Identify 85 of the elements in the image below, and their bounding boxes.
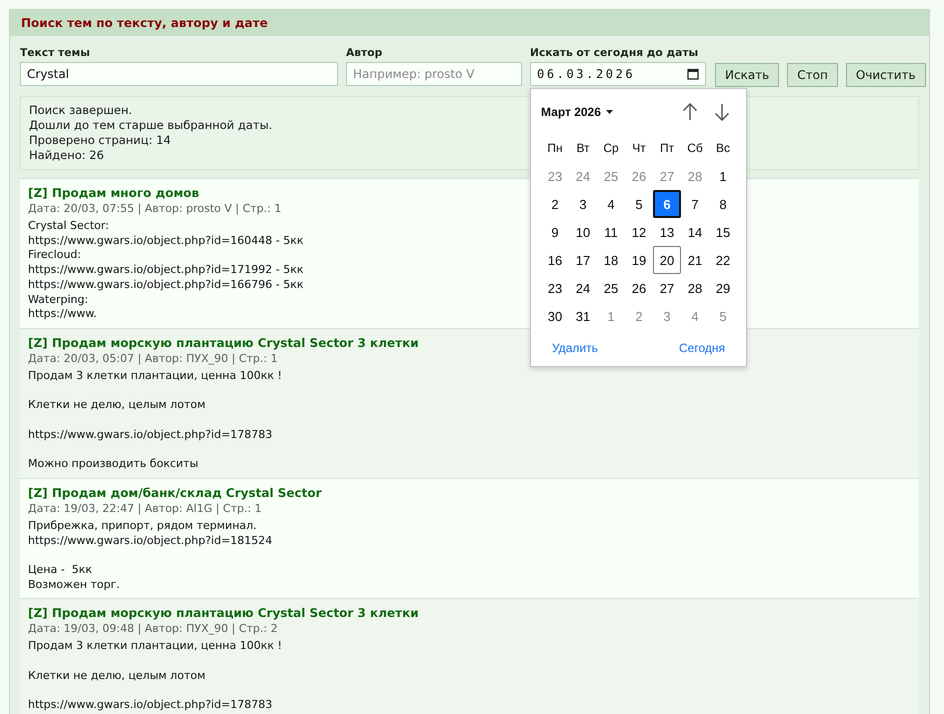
calendar-day[interactable]: 15 — [709, 218, 737, 246]
post-text: https://www.gwars.io/object.php?id=178783 — [28, 428, 272, 441]
post-title-link[interactable]: [Z] Продам много домов — [28, 186, 200, 200]
calendar-day[interactable]: 31 — [569, 302, 597, 330]
calendar-day[interactable]: 5 — [625, 190, 653, 218]
post-meta: Дата: 20/03, 05:07 | Автор: ПУХ_90 | Стр.: 1 — [28, 352, 278, 365]
post-title-link[interactable]: [Z] Продам морскую плантацию Crystal Sector 3 клетки — [28, 606, 419, 620]
post-text: Возможен торг. — [28, 578, 120, 591]
calendar-day[interactable]: 29 — [709, 274, 737, 302]
post-meta: Дата: 20/03, 07:55 | Автор: prosto V | Стр.: 1 — [28, 202, 282, 215]
clear-date-link[interactable]: Удалить — [552, 341, 598, 355]
topic-text-input[interactable]: Crystal — [20, 62, 338, 86]
post-text: Клетки не делю, целым лотом — [28, 668, 206, 682]
calendar-day[interactable]: 8 — [709, 190, 737, 218]
calendar-day[interactable]: 10 — [569, 218, 597, 246]
date-input[interactable]: 06.03.2026 — [530, 62, 706, 86]
weekday-label: Пт — [660, 141, 674, 155]
post-meta: Дата: 19/03, 22:47 | Автор: Al1G | Стр.: 1 — [28, 502, 262, 515]
status-text: Найдено: 26 — [29, 148, 104, 162]
status-text: Дошли до тем старше выбранной даты. — [29, 118, 272, 132]
calendar-day[interactable]: 30 — [541, 302, 569, 330]
post-text: Прибрежка, припорт, рядом терминал. — [28, 518, 257, 532]
calendar-icon[interactable] — [687, 68, 699, 80]
post-text: Продам 3 клетки плантации, ценна 100кк ! — [28, 368, 282, 382]
calendar-day[interactable]: 3 — [569, 190, 597, 218]
calendar-day[interactable]: 19 — [625, 246, 653, 274]
calendar-day[interactable]: 25 — [597, 274, 625, 302]
weekday-label: Ср — [603, 141, 619, 155]
post-text: Crystal Sector: — [28, 219, 109, 232]
post-text: Waterping: — [28, 292, 88, 306]
calendar-day[interactable]: 14 — [681, 218, 709, 246]
calendar-day[interactable]: 26 — [625, 274, 653, 302]
calendar-day[interactable]: 2 — [541, 190, 569, 218]
field-label: Текст темы — [20, 46, 90, 60]
post-text: https://www.gwars.io/object.php?id=160448 - 5кк — [28, 234, 304, 247]
calendar-day[interactable]: 21 — [681, 246, 709, 274]
calendar-day[interactable]: 18 — [597, 246, 625, 274]
calendar-day[interactable]: 24 — [569, 274, 597, 302]
post-text: Firecloud: — [28, 248, 82, 262]
post-text: Можно производить бокситы — [28, 457, 198, 470]
month-dropdown[interactable]: Март 2026 — [541, 105, 613, 119]
search-button[interactable]: Искать — [715, 63, 780, 87]
post-text: https://www.gwars.io/object.php?id=178783 — [28, 698, 272, 712]
post-text: Цена - 5кк — [28, 562, 92, 576]
caret-icon — [606, 110, 613, 114]
arrow-up-icon[interactable] — [682, 103, 698, 121]
post-text: https://www. — [28, 307, 97, 320]
status-text: Поиск завершен. — [29, 103, 132, 117]
post-text: https://www.gwars.io/object.php?id=181524 — [28, 534, 272, 546]
post-text: Клетки не делю, целым лотом — [28, 398, 206, 412]
weekday-label: Вс — [716, 141, 730, 155]
post-text: https://www.gwars.io/object.php?id=166796 - 5кк — [28, 278, 304, 291]
calendar-day[interactable]: 12 — [625, 218, 653, 246]
today-link[interactable]: Сегодня — [679, 341, 725, 355]
calendar-day[interactable]: 23 — [541, 274, 569, 302]
weekday-label: Пн — [547, 141, 563, 155]
stop-button[interactable]: Стоп — [787, 63, 838, 87]
calendar-day[interactable]: 13 — [653, 218, 681, 246]
weekday-label: Чт — [632, 141, 646, 155]
post-title-link[interactable]: [Z] Продам дом/банк/склад Crystal Sector — [28, 486, 322, 500]
calendar-day[interactable]: 7 — [681, 190, 709, 218]
calendar-day[interactable]: 17 — [569, 246, 597, 274]
calendar-day[interactable]: 22 — [709, 246, 737, 274]
calendar-day[interactable]: 1 — [709, 162, 737, 190]
panel-title: Поиск тем по тексту, автору и дате — [21, 16, 268, 30]
arrow-down-icon[interactable] — [714, 103, 730, 121]
calendar-day[interactable]: 4 — [597, 190, 625, 218]
status-text: Проверено страниц: 14 — [29, 133, 171, 147]
calendar-day[interactable]: 28 — [681, 274, 709, 302]
post-text: https://www.gwars.io/object.php?id=171992 - 5кк — [28, 263, 304, 276]
author-input[interactable]: Например: prosto V — [346, 62, 522, 86]
post-title-link[interactable]: [Z] Продам морскую плантацию Crystal Sector 3 клетки — [28, 336, 419, 350]
calendar-day[interactable]: 11 — [597, 218, 625, 246]
calendar-day[interactable]: 9 — [541, 218, 569, 246]
clear-button[interactable]: Очистить — [846, 63, 926, 87]
field-label: Искать от сегодня до даты — [530, 46, 698, 60]
field-label: Автор — [346, 46, 382, 60]
calendar-day[interactable]: 27 — [653, 274, 681, 302]
weekday-label: Сб — [687, 141, 703, 155]
calendar-day[interactable]: 16 — [541, 246, 569, 274]
post-meta: Дата: 19/03, 09:48 | Автор: ПУХ_90 | Стр.: 2 — [28, 622, 278, 636]
calendar-day[interactable]: 20 — [653, 246, 681, 274]
post-text: Продам 3 клетки плантации, ценна 100кк ! — [28, 639, 282, 652]
weekday-label: Вт — [576, 141, 590, 155]
calendar-day[interactable]: 6 — [653, 190, 681, 218]
